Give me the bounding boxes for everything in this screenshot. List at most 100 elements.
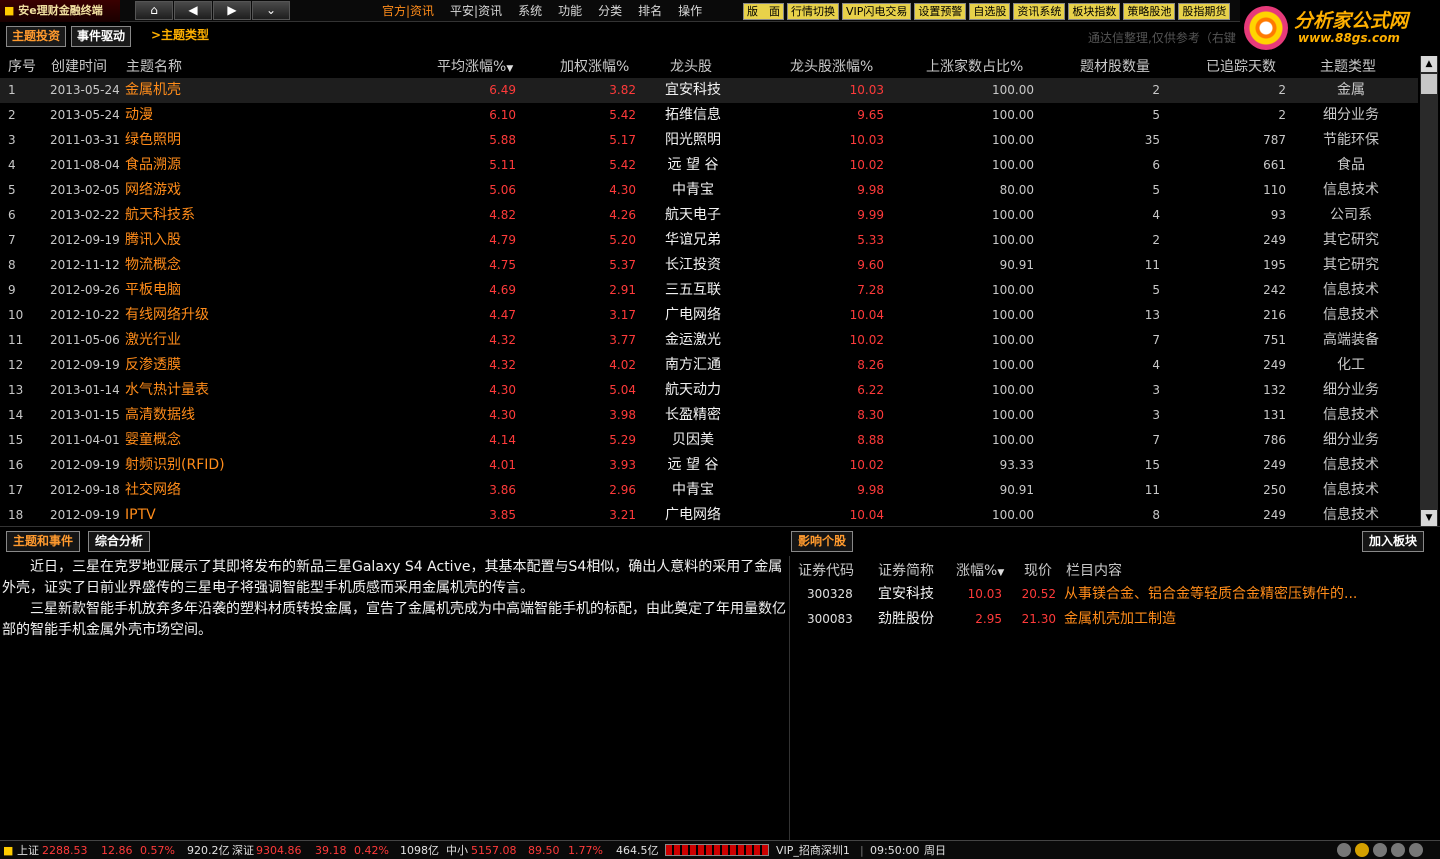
quick-info-system-button[interactable]: 资讯系统	[1013, 3, 1066, 20]
table-row[interactable]: 3 2011-03-31 绿色照明 5.88 5.17 阳光照明 10.03 100.00 35…	[0, 128, 1418, 153]
table-row[interactable]: 2 2013-05-24 动漫 6.10 5.42 拓维信息 9.65 100.00 5 2 细分业…	[0, 103, 1418, 128]
sz-change: 39.18	[315, 844, 347, 857]
stock-price: 20.52	[1021, 587, 1056, 601]
table-row[interactable]: 8 2012-11-12 物流概念 4.75 5.37 长江投资 9.60 90.91 11 19…	[0, 253, 1418, 278]
back-button[interactable]: ◀	[174, 1, 212, 20]
row-up-ratio: 100.00	[992, 283, 1034, 297]
table-row[interactable]: 6 2013-02-22 航天科技系 4.82 4.26 航天电子 9.99 100.00 4 9…	[0, 203, 1418, 228]
stock-row[interactable]: 300328 宜安科技 10.03 20.52 从事镁合金、铝合金等轻质合金精密…	[792, 582, 1440, 607]
menu-function[interactable]: 功能	[550, 0, 590, 22]
col-header-chg[interactable]: 涨幅%▼	[956, 560, 1004, 580]
row-theme-name: 社交网络	[125, 482, 181, 498]
quick-index-futures-button[interactable]: 股指期货	[1178, 3, 1231, 20]
col-header-price[interactable]: 现价	[1024, 560, 1052, 580]
table-row[interactable]: 15 2011-04-01 婴童概念 4.14 5.29 贝因美 8.88 100.00 7 78…	[0, 428, 1418, 453]
row-tracked-days: 787	[1263, 133, 1286, 147]
sz-label: 深证	[232, 844, 254, 857]
menu-pingan-news[interactable]: 平安|资讯	[442, 0, 510, 22]
col-header-leader-change[interactable]: 龙头股涨幅%	[790, 56, 873, 76]
table-row[interactable]: 10 2012-10-22 有线网络升级 4.47 3.17 广电网络 10.04 100.0…	[0, 303, 1418, 328]
col-header-date[interactable]: 创建时间	[51, 56, 107, 76]
quick-strategy-pool-button[interactable]: 策略股池	[1123, 3, 1176, 20]
row-up-ratio: 100.00	[992, 333, 1034, 347]
row-leader-change: 8.30	[857, 408, 884, 422]
forward-button[interactable]: ▶	[213, 1, 251, 20]
scroll-down-arrow-icon[interactable]: ▼	[1421, 510, 1437, 526]
help-icon[interactable]	[1409, 843, 1423, 857]
menu-ranking[interactable]: 排名	[630, 0, 670, 22]
table-row[interactable]: 16 2012-09-19 射频识别(RFID) 4.01 3.93 远 望 谷 10.02…	[0, 453, 1418, 478]
row-tracked-days: 216	[1263, 308, 1286, 322]
row-theme-type: 细分业务	[1323, 432, 1379, 448]
vertical-scrollbar[interactable]: ▲ ▼	[1420, 56, 1438, 526]
table-row[interactable]: 13 2013-01-14 水气热计量表 4.30 5.04 航天动力 6.22 100.00…	[0, 378, 1418, 403]
col-header-stock-count[interactable]: 题材股数量	[1080, 56, 1150, 76]
col-header-index[interactable]: 序号	[8, 56, 36, 76]
home-button[interactable]: ⌂	[135, 1, 173, 20]
table-row[interactable]: 1 2013-05-24 金属机壳 6.49 3.82 宜安科技 10.03 100.00 2 2…	[0, 78, 1418, 103]
menu-system[interactable]: 系统	[510, 0, 550, 22]
row-stock-count: 4	[1152, 358, 1160, 372]
quick-layout-button[interactable]: 版 面	[743, 3, 784, 20]
expand-button[interactable]: ⌄	[252, 1, 290, 20]
row-stock-count: 5	[1152, 183, 1160, 197]
table-row[interactable]: 18 2012-09-19 IPTV 3.85 3.21 广电网络 10.04 100.00 8…	[0, 503, 1418, 526]
col-header-avg-change[interactable]: 平均涨幅%▼	[437, 56, 513, 76]
add-to-sector-button[interactable]: 加入板块	[1362, 531, 1425, 552]
stock-change: 2.95	[975, 612, 1002, 626]
menu-category[interactable]: 分类	[590, 0, 630, 22]
tab-affected-stocks[interactable]: 影响个股	[791, 531, 854, 552]
table-row[interactable]: 4 2011-08-04 食品溯源 5.11 5.42 远 望 谷 10.02 100.00 6…	[0, 153, 1418, 178]
printer-icon[interactable]	[1391, 843, 1405, 857]
quick-watchlist-button[interactable]: 自选股	[969, 3, 1011, 20]
quick-alert-button[interactable]: 设置预警	[914, 3, 967, 20]
row-theme-type: 信息技术	[1323, 457, 1379, 473]
scroll-up-arrow-icon[interactable]: ▲	[1421, 56, 1437, 72]
table-row[interactable]: 7 2012-09-19 腾讯入股 4.79 5.20 华谊兄弟 5.33 100.00 2 24…	[0, 228, 1418, 253]
row-avg-change: 4.75	[489, 258, 516, 272]
menu-official-news[interactable]: 官方|资讯	[374, 0, 442, 22]
col-header-content[interactable]: 栏目内容	[1066, 560, 1122, 580]
stock-row[interactable]: 300083 劲胜股份 2.95 21.30 金属机壳加工制造	[792, 607, 1440, 632]
quick-market-switch-button[interactable]: 行情切换	[787, 3, 839, 20]
row-avg-change: 4.79	[489, 233, 516, 247]
quick-sector-index-button[interactable]: 板块指数	[1068, 3, 1121, 20]
col-header-theme-type[interactable]: 主题类型	[1320, 56, 1376, 76]
row-theme-name: 物流概念	[125, 257, 181, 273]
row-theme-type: 食品	[1337, 157, 1365, 173]
tab-theme-investment[interactable]: 主题投资	[6, 26, 67, 47]
stock-content: 从事镁合金、铝合金等轻质合金精密压铸件的...	[1064, 586, 1358, 602]
row-avg-change: 4.01	[489, 458, 516, 472]
table-row[interactable]: 11 2011-05-06 激光行业 4.32 3.77 金运激光 10.02 100.00 7…	[0, 328, 1418, 353]
table-row[interactable]: 17 2012-09-18 社交网络 3.86 2.96 中青宝 9.98 90.91 11 25…	[0, 478, 1418, 503]
table-row[interactable]: 14 2013-01-15 高清数据线 4.30 3.98 长盈精密 8.30 100.00 3…	[0, 403, 1418, 428]
row-avg-change: 3.86	[489, 483, 516, 497]
row-leader-change: 10.02	[849, 333, 884, 347]
col-header-weighted-change[interactable]: 加权涨幅%	[560, 56, 629, 76]
col-header-up-ratio[interactable]: 上涨家数占比%	[926, 56, 1023, 76]
mail-icon[interactable]	[1337, 843, 1351, 857]
tab-theme-events[interactable]: 主题和事件	[6, 531, 81, 552]
row-weighted-change: 5.29	[609, 433, 636, 447]
menu-operation[interactable]: 操作	[670, 0, 710, 22]
table-row[interactable]: 12 2012-09-19 反渗透膜 4.32 4.02 南方汇通 8.26 100.00 4 2…	[0, 353, 1418, 378]
lightbulb-icon[interactable]	[1355, 843, 1369, 857]
quick-vip-trade-button[interactable]: VIP闪电交易	[842, 3, 912, 20]
col-header-abbr[interactable]: 证券简称	[878, 560, 934, 580]
row-tracked-days: 661	[1263, 158, 1286, 172]
server-name[interactable]: VIP_招商深圳1	[776, 841, 850, 859]
col-header-name[interactable]: 主题名称	[126, 56, 182, 76]
col-header-tracked-days[interactable]: 已追踪天数	[1206, 56, 1276, 76]
row-weighted-change: 3.93	[609, 458, 636, 472]
tab-comprehensive-analysis[interactable]: 综合分析	[88, 531, 151, 552]
col-header-leader[interactable]: 龙头股	[670, 56, 712, 76]
table-row[interactable]: 5 2013-02-05 网络游戏 5.06 4.30 中青宝 9.98 80.00 5 110 信…	[0, 178, 1418, 203]
bottom-tab-bar: 主题和事件 综合分析 影响个股 加入板块	[0, 526, 1440, 556]
tab-event-driven[interactable]: 事件驱动	[71, 26, 132, 47]
stock-abbr: 劲胜股份	[878, 611, 934, 627]
table-row[interactable]: 9 2012-09-26 平板电脑 4.69 2.91 三五互联 7.28 100.00 5 24…	[0, 278, 1418, 303]
scroll-thumb[interactable]	[1421, 74, 1437, 94]
col-header-code[interactable]: 证券代码	[798, 560, 854, 580]
tab-theme-type[interactable]: >主题类型	[146, 26, 214, 47]
clock-icon[interactable]	[1373, 843, 1387, 857]
